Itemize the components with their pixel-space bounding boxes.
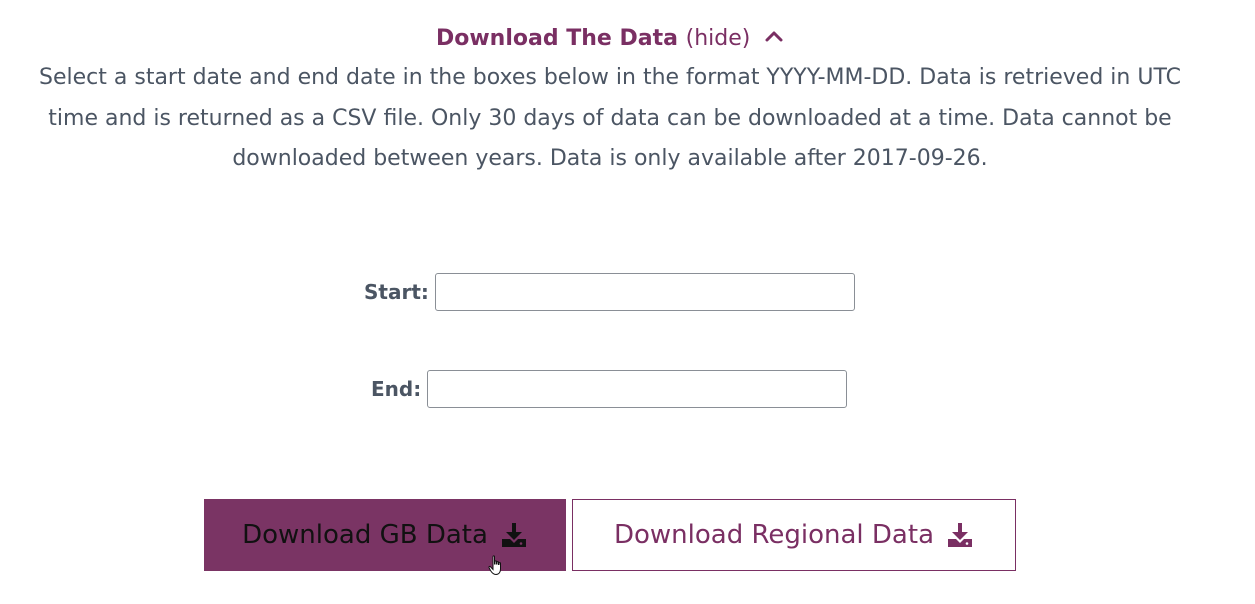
toggle-state-label: (hide) <box>685 26 751 51</box>
end-date-input[interactable] <box>427 370 848 408</box>
download-gb-data-button[interactable]: Download GB Data <box>204 499 566 571</box>
end-date-row: End: <box>371 370 848 408</box>
chevron-up-icon <box>764 22 784 52</box>
start-date-input[interactable] <box>434 273 855 311</box>
start-date-label: Start: <box>364 280 429 304</box>
download-icon <box>500 521 528 549</box>
download-gb-data-label: Download GB Data <box>242 520 488 550</box>
download-data-toggle[interactable]: Download The Data (hide) <box>0 24 1220 54</box>
download-instructions: Select a start date and end date in the … <box>39 65 1181 171</box>
download-icon <box>946 521 974 549</box>
end-date-label: End: <box>371 377 422 401</box>
download-regional-data-button[interactable]: Download Regional Data <box>572 499 1016 571</box>
start-date-row: Start: <box>364 273 855 311</box>
toggle-title: Download The Data <box>435 26 678 51</box>
download-regional-data-label: Download Regional Data <box>613 520 934 550</box>
